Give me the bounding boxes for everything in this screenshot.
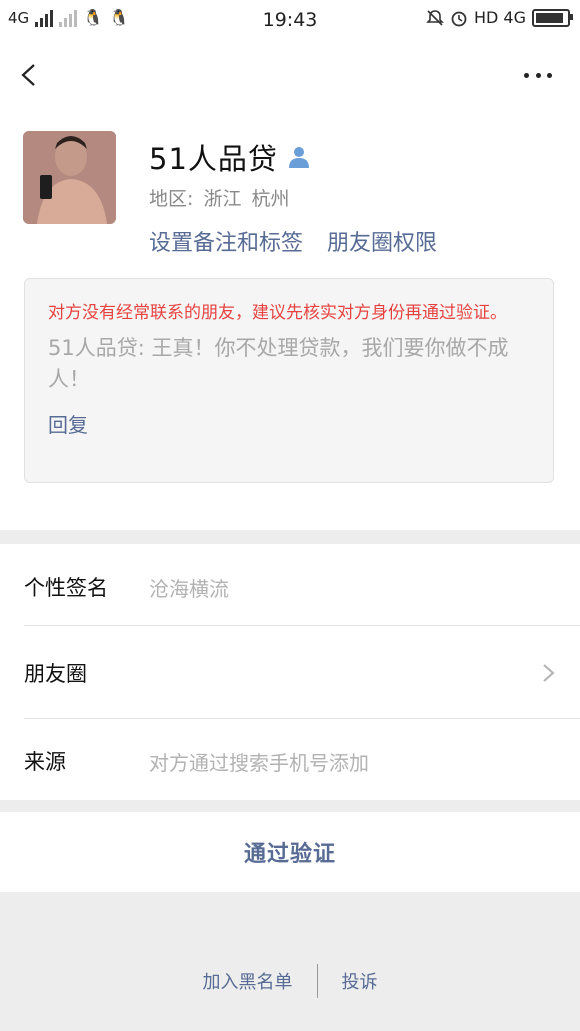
person-icon	[288, 147, 309, 168]
signature-row: 个性签名 沧海横流	[0, 544, 580, 630]
verification-box: 对方没有经常联系的朋友，建议先核实对方身份再通过验证。 51人品贷: 王真！你不…	[24, 278, 554, 483]
status-bar: 4G 🐧 🐧 19:43 HD 4G	[0, 0, 580, 40]
nickname: 51人品贷	[149, 142, 278, 176]
profile-card: 51人品贷 地区: 浙江 杭州 设置备注和标签 朋友圈权限 对方没有经常联系的朋…	[0, 112, 580, 530]
verification-message: 51人品贷: 王真！你不处理贷款，我们要你做不成人！	[48, 336, 509, 391]
verification-warning: 对方没有经常联系的朋友，建议先核实对方身份再通过验证。	[48, 303, 507, 323]
chevron-right-icon	[543, 664, 555, 682]
avatar[interactable]	[23, 131, 116, 224]
source-row: 来源 对方通过搜索手机号添加	[0, 718, 580, 804]
mute-bell-icon	[426, 9, 444, 26]
profile-links: 设置备注和标签 朋友圈权限	[149, 225, 437, 257]
region-city: 杭州	[251, 188, 290, 210]
network-label: HD 4G	[473, 8, 526, 27]
avatar-photo-icon	[23, 131, 116, 224]
approve-row: 通过验证	[0, 812, 580, 892]
status-right: HD 4G	[426, 8, 573, 27]
source-label: 来源	[24, 750, 66, 774]
more-icon[interactable]	[524, 64, 552, 86]
top-nav	[0, 40, 580, 112]
signature-label: 个性签名	[24, 576, 108, 600]
nickname-row: 51人品贷	[149, 136, 312, 178]
region-label: 地区:	[149, 188, 194, 210]
report-button[interactable]: 投诉	[318, 968, 402, 994]
region: 地区: 浙江 杭州	[149, 184, 294, 211]
battery-icon	[532, 8, 573, 27]
approve-button[interactable]: 通过验证	[244, 836, 336, 868]
back-icon[interactable]	[18, 64, 40, 86]
region-province: 浙江	[203, 188, 242, 210]
moments-permission-link[interactable]: 朋友圈权限	[327, 225, 437, 257]
reply-button[interactable]: 回复	[48, 409, 531, 438]
signature-value: 沧海横流	[149, 576, 229, 601]
moments-label: 朋友圈	[24, 662, 87, 686]
footer-actions: 加入黑名单 投诉	[0, 962, 580, 1000]
blacklist-button[interactable]: 加入黑名单	[179, 968, 317, 994]
contact-verification-screen: 4G 🐧 🐧 19:43 HD 4G 51人品贷 地区: 浙江 杭州 设置备注和…	[0, 0, 580, 1031]
info-list: 个性签名 沧海横流 朋友圈 来源 对方通过搜索手机号添加	[0, 544, 580, 800]
source-value: 对方通过搜索手机号添加	[149, 750, 369, 775]
divider	[24, 625, 580, 626]
moments-row[interactable]: 朋友圈	[0, 630, 580, 716]
set-remark-link[interactable]: 设置备注和标签	[149, 225, 303, 257]
alarm-icon	[451, 11, 467, 26]
